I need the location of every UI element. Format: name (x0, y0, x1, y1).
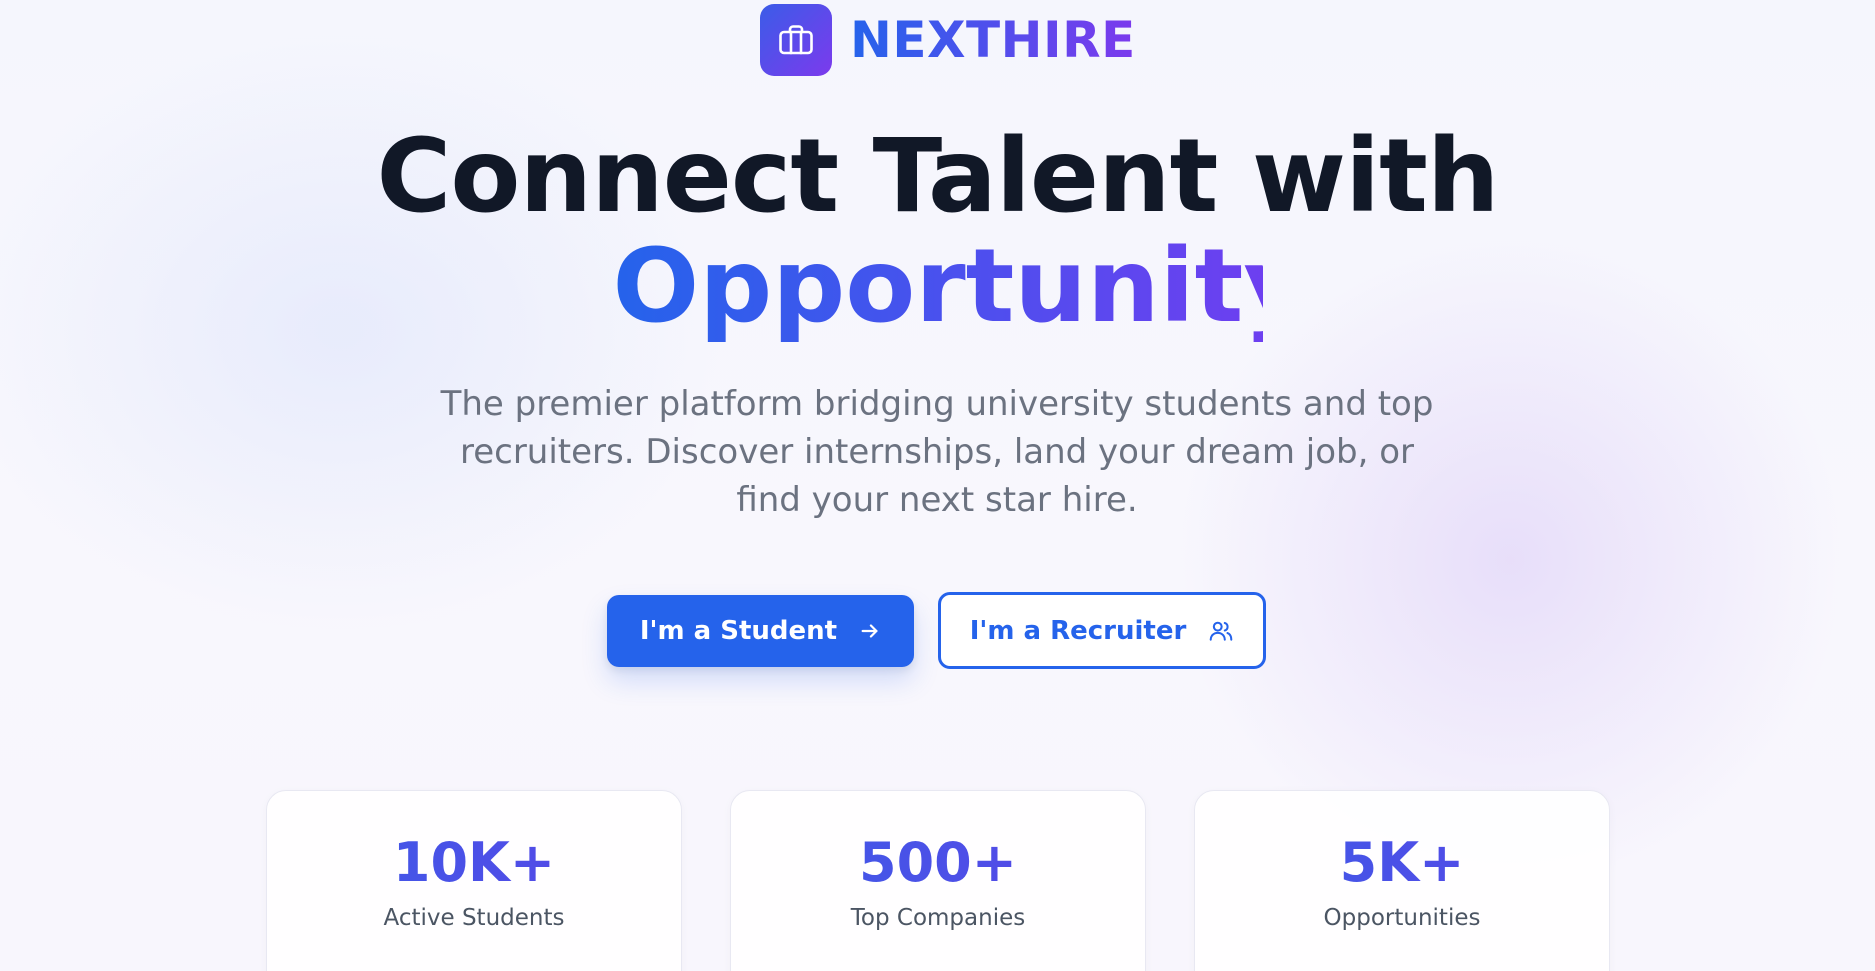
arrow-right-icon (859, 620, 881, 642)
stat-label: Top Companies (850, 905, 1026, 931)
users-icon (1208, 618, 1234, 644)
stat-value: 500+ (731, 831, 1145, 895)
stat-label: Active Students (383, 905, 565, 931)
stat-card-companies: 500+ Top Companies (730, 790, 1146, 971)
hero-title-line1: Connect Talent with (376, 117, 1500, 236)
brand-name: NEXTHIRE (850, 4, 1136, 76)
hero-subtitle: The premier platform bridging university… (440, 384, 1434, 520)
hero-title: Connect Talent with Opportunity (0, 122, 1875, 342)
recruiter-button[interactable]: I'm a Recruiter (938, 592, 1266, 669)
landing-page: NEXTHIRE Connect Talent with Opportunity… (0, 0, 1875, 971)
briefcase-icon (760, 4, 832, 76)
hero-title-highlight: Opportunity (612, 227, 1310, 346)
student-button[interactable]: I'm a Student (607, 595, 914, 667)
stat-label: Opportunities (1323, 905, 1481, 931)
brand-header[interactable]: NEXTHIRE (760, 4, 1136, 76)
recruiter-button-label: I'm a Recruiter (969, 615, 1187, 646)
stat-card-opportunities: 5K+ Opportunities (1194, 790, 1610, 971)
stat-value: 10K+ (267, 831, 681, 895)
stat-card-students: 10K+ Active Students (266, 790, 682, 971)
stat-value: 5K+ (1195, 831, 1609, 895)
student-button-label: I'm a Student (639, 616, 838, 646)
